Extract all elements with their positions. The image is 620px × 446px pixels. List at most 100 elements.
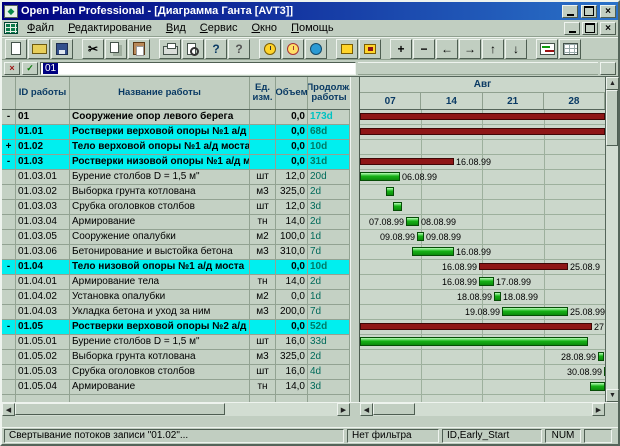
task-bar[interactable] bbox=[604, 367, 605, 376]
close-button[interactable] bbox=[600, 5, 616, 18]
task-bar[interactable] bbox=[502, 307, 568, 316]
document-window-icon[interactable] bbox=[4, 22, 18, 34]
task-bar[interactable] bbox=[393, 202, 402, 211]
task-bar[interactable] bbox=[412, 247, 454, 256]
edit-field[interactable]: 01 bbox=[40, 62, 356, 75]
column-header-id[interactable]: ID работы bbox=[16, 77, 70, 109]
indent-button[interactable]: → bbox=[459, 39, 481, 59]
table-scroll-thumb[interactable] bbox=[15, 403, 225, 415]
table-row[interactable]: 01.04.01Армирование телатн14,02d bbox=[2, 275, 350, 290]
child-restore-button[interactable] bbox=[582, 22, 598, 35]
paste-button[interactable] bbox=[128, 39, 150, 59]
table-row[interactable]: 01.04.03Укладка бетона и уход за нимм320… bbox=[2, 305, 350, 320]
column-header-duration[interactable]: Продолж. работы bbox=[308, 77, 350, 109]
table-horizontal-scrollbar[interactable] bbox=[2, 403, 350, 416]
help-button[interactable]: ? bbox=[205, 39, 227, 59]
collapse-button[interactable]: − bbox=[413, 39, 435, 59]
menu-window[interactable]: Окно bbox=[244, 22, 284, 34]
table-row[interactable]: -01.04Тело низовой опоры №1 а/д моста0,0… bbox=[2, 260, 350, 275]
table-scroll-left-button[interactable] bbox=[2, 403, 15, 416]
gantt-scroll-right-button[interactable] bbox=[592, 403, 605, 416]
table-row[interactable]: -01Сооружение опор левого берега0,0173d bbox=[2, 110, 350, 125]
table-row[interactable]: 01.03.01Бурение столбов D = 1,5 м"шт12,0… bbox=[2, 170, 350, 185]
table-row[interactable]: 01.04.02Установка опалубким20,01d bbox=[2, 290, 350, 305]
task-bar[interactable] bbox=[406, 217, 419, 226]
scroll-up-button[interactable] bbox=[606, 77, 619, 90]
row-expand-toggle[interactable]: + bbox=[2, 140, 16, 154]
menu-file[interactable]: Файл bbox=[20, 22, 61, 34]
summary-bar[interactable] bbox=[360, 128, 605, 135]
resource-analysis-button[interactable] bbox=[282, 39, 304, 59]
scroll-down-button[interactable] bbox=[606, 389, 619, 402]
vertical-scrollbar[interactable] bbox=[605, 77, 618, 402]
menu-help[interactable]: Помощь bbox=[284, 22, 341, 34]
table-scroll-right-button[interactable] bbox=[337, 403, 350, 416]
column-header-name[interactable]: Название работы bbox=[70, 77, 250, 109]
gantt-scroll-track[interactable] bbox=[373, 403, 592, 416]
network-view-button[interactable] bbox=[305, 39, 327, 59]
open-button[interactable] bbox=[28, 39, 50, 59]
task-bar[interactable] bbox=[479, 277, 494, 286]
expand-button[interactable]: + bbox=[390, 39, 412, 59]
table-scroll-track[interactable] bbox=[15, 403, 337, 416]
move-down-button[interactable]: ↓ bbox=[505, 39, 527, 59]
child-minimize-button[interactable] bbox=[564, 22, 580, 35]
task-bar[interactable] bbox=[417, 232, 424, 241]
pane-splitter[interactable] bbox=[350, 77, 360, 402]
table-row[interactable]: 01.05.03Срубка оголовков столбовшт16,04d bbox=[2, 365, 350, 380]
table-row[interactable]: 01.01Ростверки верховой опоры №1 а/д0,06… bbox=[2, 125, 350, 140]
task-bar[interactable] bbox=[598, 352, 604, 361]
subproject-button[interactable] bbox=[336, 39, 358, 59]
menu-service[interactable]: Сервис bbox=[193, 22, 245, 34]
gantt-view-button[interactable] bbox=[536, 39, 558, 59]
row-expand-toggle[interactable]: - bbox=[2, 260, 16, 274]
vertical-scroll-track[interactable] bbox=[606, 90, 618, 389]
table-row[interactable]: -01.05Ростверки верховой опоры №2 а/д0,0… bbox=[2, 320, 350, 335]
print-button[interactable] bbox=[159, 39, 181, 59]
task-bar[interactable] bbox=[494, 292, 501, 301]
time-analysis-button[interactable] bbox=[259, 39, 281, 59]
table-row[interactable]: 01.05.01Бурение столбов D = 1,5 м"шт16,0… bbox=[2, 335, 350, 350]
spreadsheet-view-button[interactable] bbox=[559, 39, 581, 59]
summary-bar[interactable] bbox=[360, 323, 592, 330]
task-bar[interactable] bbox=[360, 337, 588, 346]
app-icon[interactable] bbox=[4, 5, 18, 18]
menu-edit[interactable]: Редактирование bbox=[61, 22, 159, 34]
edit-bar-right-button[interactable] bbox=[600, 62, 616, 75]
confirm-edit-button[interactable] bbox=[22, 62, 38, 75]
table-row[interactable]: -01.03Ростверки низовой опоры №1 а/д м0,… bbox=[2, 155, 350, 170]
move-up-button[interactable]: ↑ bbox=[482, 39, 504, 59]
minimize-button[interactable] bbox=[562, 5, 578, 18]
column-header-volume[interactable]: Объем bbox=[276, 77, 308, 109]
task-bar[interactable] bbox=[360, 172, 400, 181]
rollup-button[interactable] bbox=[359, 39, 381, 59]
menu-view[interactable]: Вид bbox=[159, 22, 193, 34]
row-expand-toggle[interactable]: - bbox=[2, 110, 16, 124]
task-bar[interactable] bbox=[590, 382, 605, 391]
copy-button[interactable] bbox=[105, 39, 127, 59]
cut-button[interactable]: ✂ bbox=[82, 39, 104, 59]
table-row[interactable]: +01.02Тело верховой опоры №1 а/д моста0,… bbox=[2, 140, 350, 155]
print-preview-button[interactable] bbox=[182, 39, 204, 59]
row-expand-toggle[interactable]: - bbox=[2, 320, 16, 334]
restore-button[interactable] bbox=[581, 5, 597, 18]
table-row[interactable]: 01.03.03Срубка оголовков столбовшт12,03d bbox=[2, 200, 350, 215]
gantt-scroll-left-button[interactable] bbox=[360, 403, 373, 416]
task-bar[interactable] bbox=[386, 187, 394, 196]
table-row[interactable]: 01.03.06Бетонирование и выстойка бетонам… bbox=[2, 245, 350, 260]
save-button[interactable] bbox=[51, 39, 73, 59]
vertical-scroll-thumb[interactable] bbox=[606, 90, 618, 146]
gantt-scroll-thumb[interactable] bbox=[373, 403, 415, 415]
table-row[interactable]: 01.03.05Сооружение опалубким2100,01d bbox=[2, 230, 350, 245]
outdent-button[interactable]: ← bbox=[436, 39, 458, 59]
column-header-unit[interactable]: Ед. изм. bbox=[250, 77, 276, 109]
row-expand-toggle[interactable]: - bbox=[2, 155, 16, 169]
summary-bar[interactable] bbox=[479, 263, 568, 270]
child-close-button[interactable] bbox=[600, 22, 616, 35]
summary-bar[interactable] bbox=[360, 113, 605, 120]
table-row[interactable]: 01.05.04Армированиетн14,03d bbox=[2, 380, 350, 395]
title-bar[interactable]: Open Plan Professional - [Диаграмма Гант… bbox=[2, 2, 618, 20]
table-row[interactable]: 01.03.02Выборка грунта котлованам3325,02… bbox=[2, 185, 350, 200]
summary-bar[interactable] bbox=[360, 158, 454, 165]
table-row[interactable]: 01.03.04Армированиетн14,02d bbox=[2, 215, 350, 230]
